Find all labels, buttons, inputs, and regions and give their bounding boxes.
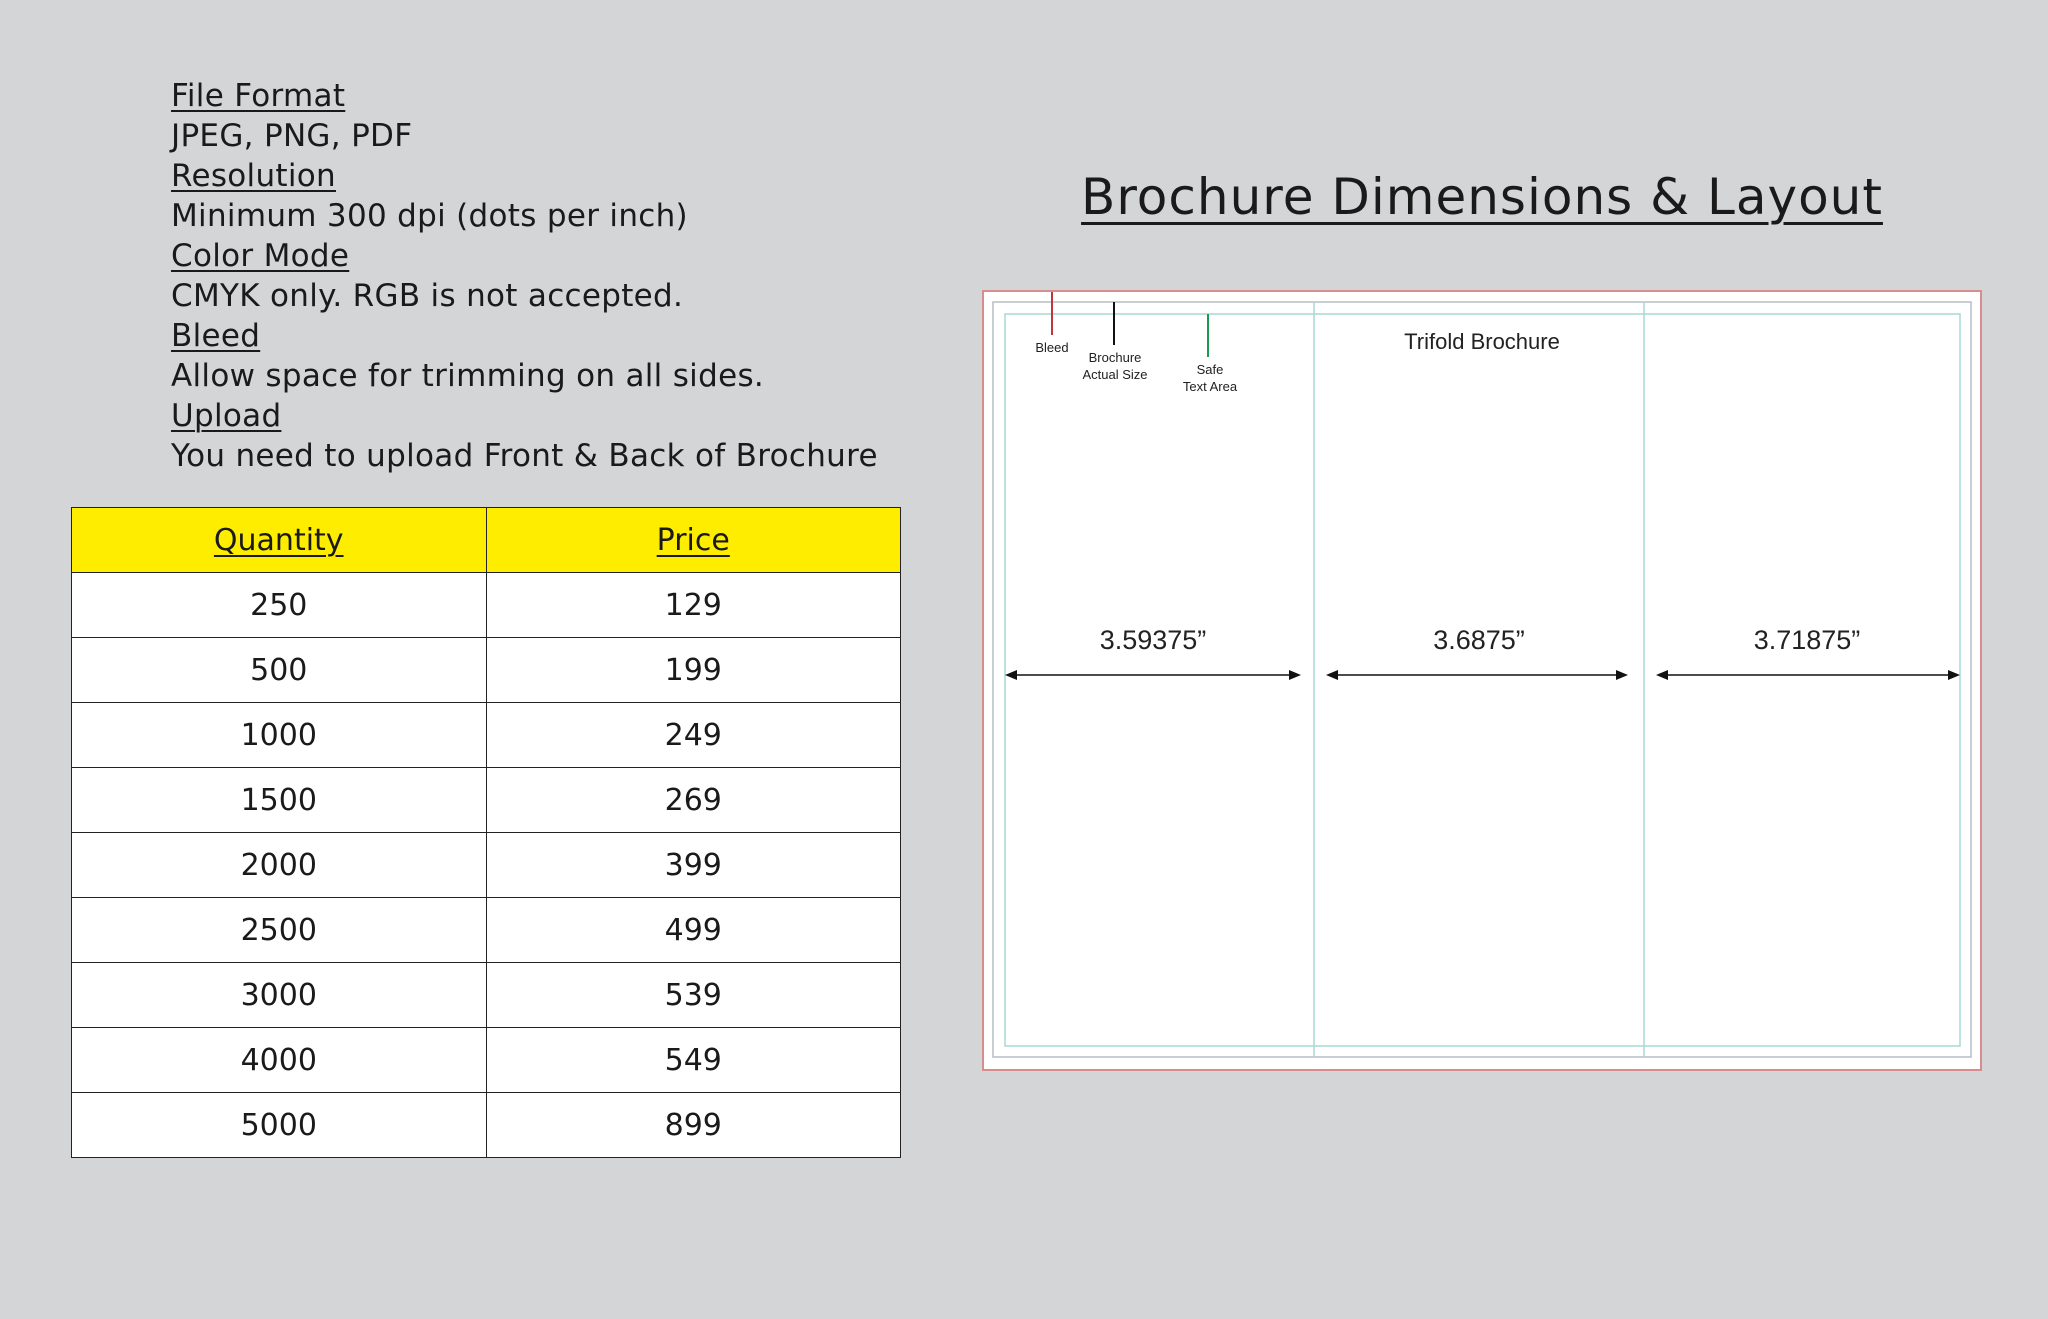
safe-area-label-line1: Safe [1196, 362, 1224, 377]
safe-area-label: Safe Text Area [1178, 361, 1242, 395]
layout-title: Brochure Dimensions & Layout [1081, 168, 1883, 226]
spec-value: Minimum 300 dpi (dots per inch) [171, 198, 688, 234]
table-row: 1500 269 [71, 767, 901, 833]
spec-heading: Upload [171, 398, 282, 434]
quantity-column-header: Quantity [71, 507, 487, 573]
panel-1-width-label: 3.59375” [1099, 625, 1207, 655]
price-cell: 249 [485, 702, 901, 768]
spec-heading: Bleed [171, 318, 261, 354]
spec-heading: Resolution [171, 158, 336, 194]
quantity-cell: 4000 [71, 1027, 487, 1093]
price-cell: 269 [485, 767, 901, 833]
bleed-label: Bleed [1034, 339, 1070, 356]
table-row: 500 199 [71, 637, 901, 703]
actual-size-label-line2: Actual Size [1082, 367, 1148, 382]
price-cell: 539 [485, 962, 901, 1028]
spec-value: You need to upload Front & Back of Broch… [171, 438, 878, 474]
table-row: 5000 899 [71, 1092, 901, 1158]
price-cell: 899 [485, 1092, 901, 1158]
price-column-header: Price [485, 507, 901, 573]
spec-value: JPEG, PNG, PDF [171, 118, 413, 154]
actual-size-label: Brochure Actual Size [1079, 349, 1151, 383]
panel-2-width-label: 3.6875” [1433, 625, 1525, 655]
spec-value: CMYK only. RGB is not accepted. [171, 278, 684, 314]
table-row: 3000 539 [71, 962, 901, 1028]
quantity-cell: 250 [71, 572, 487, 638]
table-row: 2000 399 [71, 832, 901, 898]
page-outline [982, 290, 1982, 1071]
table-row: 4000 549 [71, 1027, 901, 1093]
quantity-cell: 1500 [71, 767, 487, 833]
table-row: 250 129 [71, 572, 901, 638]
price-table-body: 250 129 500 199 1000 249 1500 269 2000 399 2500 499… [71, 572, 901, 1158]
spec-value: Allow space for trimming on all sides. [171, 358, 765, 394]
bleed-label-text: Bleed [1035, 340, 1069, 355]
spec-heading: File Format [171, 78, 346, 114]
price-cell: 129 [485, 572, 901, 638]
quantity-cell: 2500 [71, 897, 487, 963]
panel-3-width-label: 3.71875” [1753, 625, 1861, 655]
price-table-header: Quantity Price [71, 507, 901, 573]
price-cell: 499 [485, 897, 901, 963]
table-row: 2500 499 [71, 897, 901, 963]
quantity-cell: 2000 [71, 832, 487, 898]
brochure-diagram: Bleed Brochure Actual Size Safe Text Are… [982, 290, 1982, 1071]
quantity-cell: 3000 [71, 962, 487, 1028]
quantity-cell: 5000 [71, 1092, 487, 1158]
spec-heading: Color Mode [171, 238, 350, 274]
price-cell: 549 [485, 1027, 901, 1093]
table-row: 1000 249 [71, 702, 901, 768]
actual-size-label-line1: Brochure [1088, 350, 1142, 365]
diagram-title: Trifold Brochure [1404, 329, 1560, 354]
file-specs: File Format JPEG, PNG, PDF Resolution Minim… [171, 76, 878, 476]
quantity-cell: 1000 [71, 702, 487, 768]
price-table: Quantity Price 250 129 500 199 1000 249 1500 26… [71, 507, 901, 1158]
price-cell: 399 [485, 832, 901, 898]
quantity-cell: 500 [71, 637, 487, 703]
brochure-diagram-svg [982, 290, 1982, 1071]
price-cell: 199 [485, 637, 901, 703]
safe-area-label-line2: Text Area [1182, 379, 1238, 394]
